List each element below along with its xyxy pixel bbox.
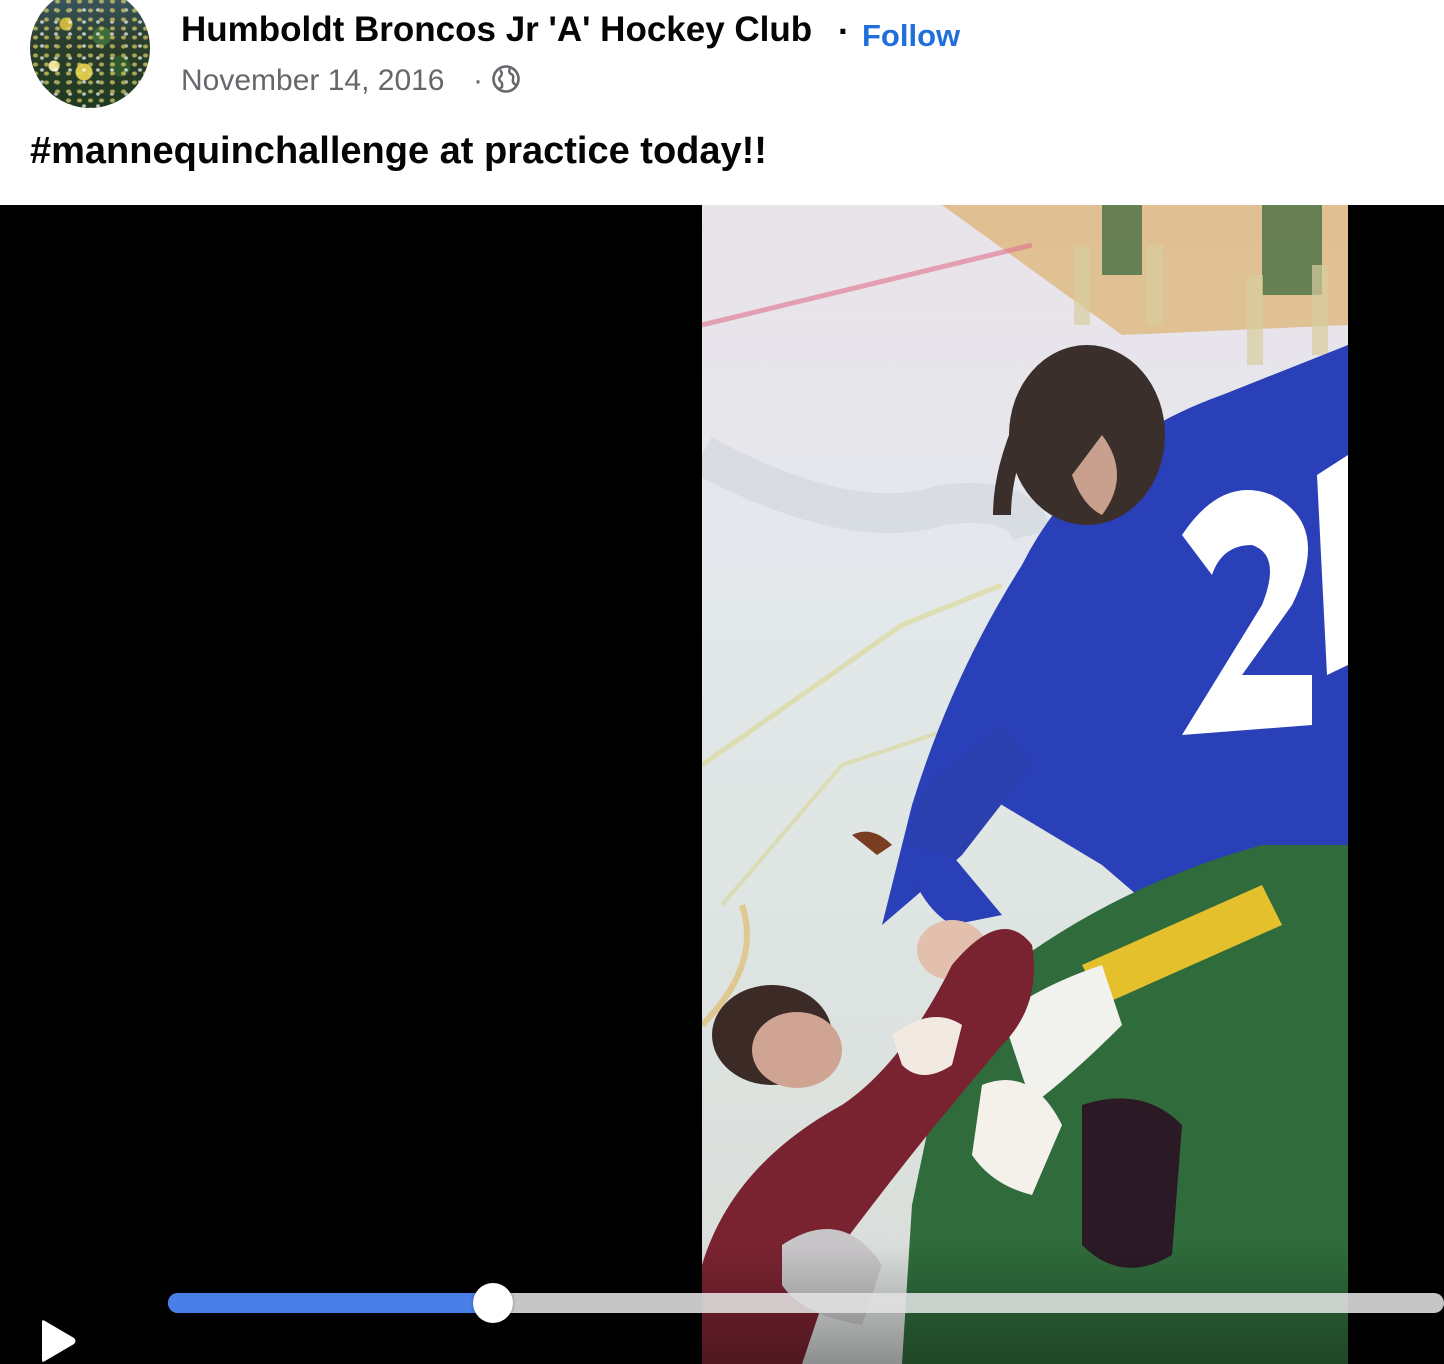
post-header: Humboldt Broncos Jr 'A' Hockey Club · Fo…	[0, 0, 1444, 205]
video-progress-bar[interactable]	[168, 1283, 1444, 1323]
post-date-link[interactable]: November 14, 2016	[181, 64, 445, 98]
follow-button[interactable]: Follow	[862, 18, 960, 54]
globe-icon[interactable]	[491, 64, 521, 94]
date-separator: ·	[473, 64, 483, 97]
name-separator: ·	[838, 12, 850, 51]
page-avatar[interactable]	[30, 0, 150, 108]
video-player[interactable]	[0, 205, 1444, 1364]
video-still-image	[702, 205, 1348, 1364]
post-text: #mannequinchallenge at practice today!!	[30, 130, 767, 172]
video-frame	[702, 205, 1348, 1364]
play-icon[interactable]	[38, 1319, 78, 1363]
page-name-link[interactable]: Humboldt Broncos Jr 'A' Hockey Club	[181, 10, 812, 50]
video-progress-fill	[168, 1293, 494, 1313]
